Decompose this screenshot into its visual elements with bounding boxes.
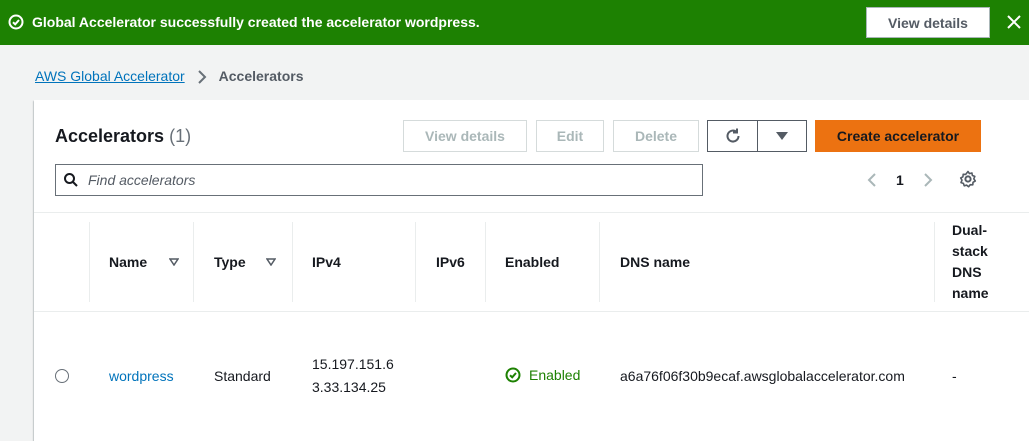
sort-caret-icon[interactable] <box>266 258 276 266</box>
search-field[interactable] <box>55 164 703 196</box>
header-line: stack <box>952 243 988 259</box>
column-header-dual-stack-dns-name: Dual- stack DNS name <box>952 220 989 304</box>
table-title-text: Accelerators <box>55 126 165 146</box>
search-input[interactable] <box>88 165 688 195</box>
view-details-button[interactable]: View details <box>403 120 527 152</box>
column-divider <box>934 222 935 302</box>
column-header-type[interactable]: Type <box>214 252 246 273</box>
accelerator-dual-stack-dns: - <box>952 368 957 384</box>
next-page-icon[interactable] <box>922 172 934 188</box>
ipv4-address: 3.33.134.25 <box>312 379 386 395</box>
previous-page-icon[interactable] <box>866 172 878 188</box>
header-line: DNS <box>952 264 982 280</box>
table-title: Accelerators (1) <box>55 125 191 147</box>
accelerator-enabled-status: Enabled <box>529 367 581 383</box>
flash-view-details-button[interactable]: View details <box>866 7 990 38</box>
column-divider <box>193 222 194 302</box>
actions-dropdown-button[interactable] <box>757 120 807 152</box>
table-header-top-border <box>34 212 1029 213</box>
column-divider <box>89 222 90 302</box>
ipv4-address: 15.197.151.6 <box>312 356 394 372</box>
table-count: (1) <box>169 126 192 146</box>
breadcrumb: AWS Global Accelerator Accelerators <box>35 68 303 85</box>
chevron-right-icon <box>197 69 207 84</box>
column-header-enabled: Enabled <box>505 254 560 270</box>
create-accelerator-button[interactable]: Create accelerator <box>815 120 981 152</box>
refresh-button[interactable] <box>707 120 758 152</box>
column-header-dns-name: DNS name <box>620 254 691 270</box>
status-success-icon <box>505 367 521 383</box>
edit-button[interactable]: Edit <box>536 120 604 152</box>
column-divider <box>599 222 600 302</box>
accelerator-name-link[interactable]: wordpress <box>109 366 174 387</box>
breadcrumb-current: Accelerators <box>218 68 304 84</box>
accelerator-ipv4: 15.197.151.6 3.33.134.25 <box>312 353 394 399</box>
accelerators-table-container: Accelerators (1) View details Edit Delet… <box>34 100 1029 441</box>
breadcrumb-link-global-accelerator[interactable]: AWS Global Accelerator <box>35 68 185 85</box>
accelerator-type: Standard <box>214 368 271 384</box>
gear-icon[interactable] <box>959 170 977 188</box>
column-divider <box>292 222 293 302</box>
caret-down-icon <box>776 132 788 140</box>
check-circle-icon <box>8 14 24 30</box>
delete-button[interactable]: Delete <box>613 120 699 152</box>
column-header-ipv6: IPv6 <box>436 254 465 270</box>
close-icon[interactable] <box>1006 14 1022 30</box>
sort-caret-icon[interactable] <box>169 258 179 266</box>
flash-message: Global Accelerator successfully created … <box>32 14 480 30</box>
accelerator-dns-name: a6a76f06f30b9ecaf.awsglobalaccelerator.c… <box>620 368 905 384</box>
current-page-number[interactable]: 1 <box>896 172 904 188</box>
refresh-icon <box>726 128 740 143</box>
header-line: name <box>952 285 989 301</box>
search-icon <box>64 173 78 187</box>
header-line: Dual- <box>952 222 987 238</box>
table-header-bottom-border <box>34 311 1029 312</box>
row-select-radio[interactable] <box>55 369 69 383</box>
success-flash-bar: Global Accelerator successfully created … <box>0 0 1029 45</box>
column-divider <box>415 222 416 302</box>
column-divider <box>485 222 486 302</box>
column-header-name[interactable]: Name <box>109 252 147 273</box>
column-header-ipv4: IPv4 <box>312 254 341 270</box>
